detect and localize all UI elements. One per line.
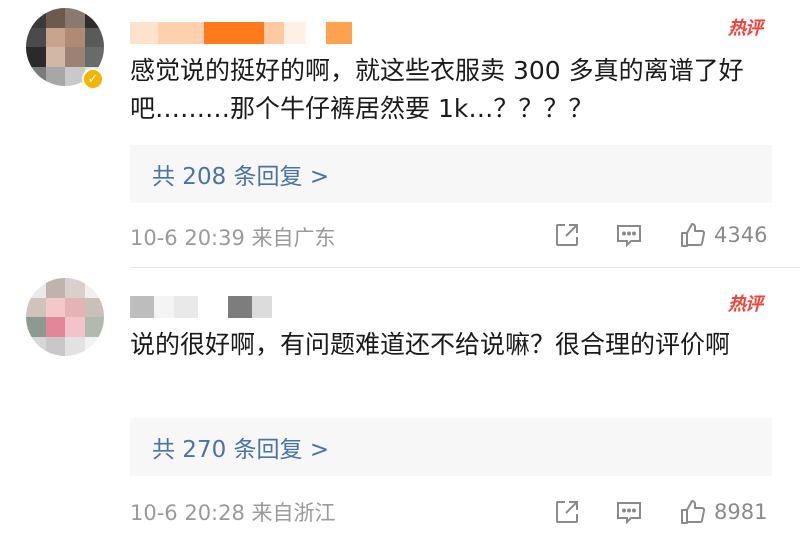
comment-button[interactable] [614, 220, 644, 250]
share-button[interactable] [552, 497, 582, 527]
share-icon [556, 224, 578, 246]
comment-meta: 10-6 20:28 来自浙江 [130, 501, 336, 525]
hot-comment-badge: 热评 [728, 18, 763, 39]
like-count: 8981 [714, 500, 768, 524]
like-icon [681, 223, 706, 247]
username-redacted[interactable] [130, 22, 352, 48]
comment-icon [617, 502, 641, 525]
like-count: 4346 [714, 223, 768, 247]
avatar[interactable] [26, 278, 104, 356]
like-button[interactable]: 4346 [678, 220, 767, 250]
verified-badge-icon: ✓ [82, 68, 104, 90]
avatar-mosaic [26, 278, 104, 356]
comment-item: 热评 说的很好啊，有问题难道还不给说嘛？很合理的评价啊 共 270 条回复 > … [0, 268, 800, 549]
hot-comment-badge: 热评 [728, 294, 763, 315]
share-button[interactable] [552, 220, 582, 250]
comment-button[interactable] [614, 497, 644, 527]
comment-icon [617, 225, 641, 248]
comment-meta: 10-6 20:39 来自广东 [130, 226, 336, 250]
like-button[interactable]: 8981 [678, 497, 767, 527]
view-replies-button[interactable]: 共 270 条回复 > [130, 418, 772, 476]
share-icon [556, 501, 578, 523]
view-replies-button[interactable]: 共 208 条回复 > [130, 145, 772, 203]
comment-item: ✓ 热评 感觉说的挺好的啊，就这些衣服卖 300 多真的离谱了好吧………那个牛仔… [0, 0, 800, 268]
username-redacted[interactable] [130, 296, 272, 322]
comment-text: 说的很好啊，有问题难道还不给说嘛？很合理的评价啊 [130, 330, 731, 359]
like-icon [681, 500, 706, 524]
comment-text: 感觉说的挺好的啊，就这些衣服卖 300 多真的离谱了好吧………那个牛仔裤居然要 … [130, 56, 744, 123]
